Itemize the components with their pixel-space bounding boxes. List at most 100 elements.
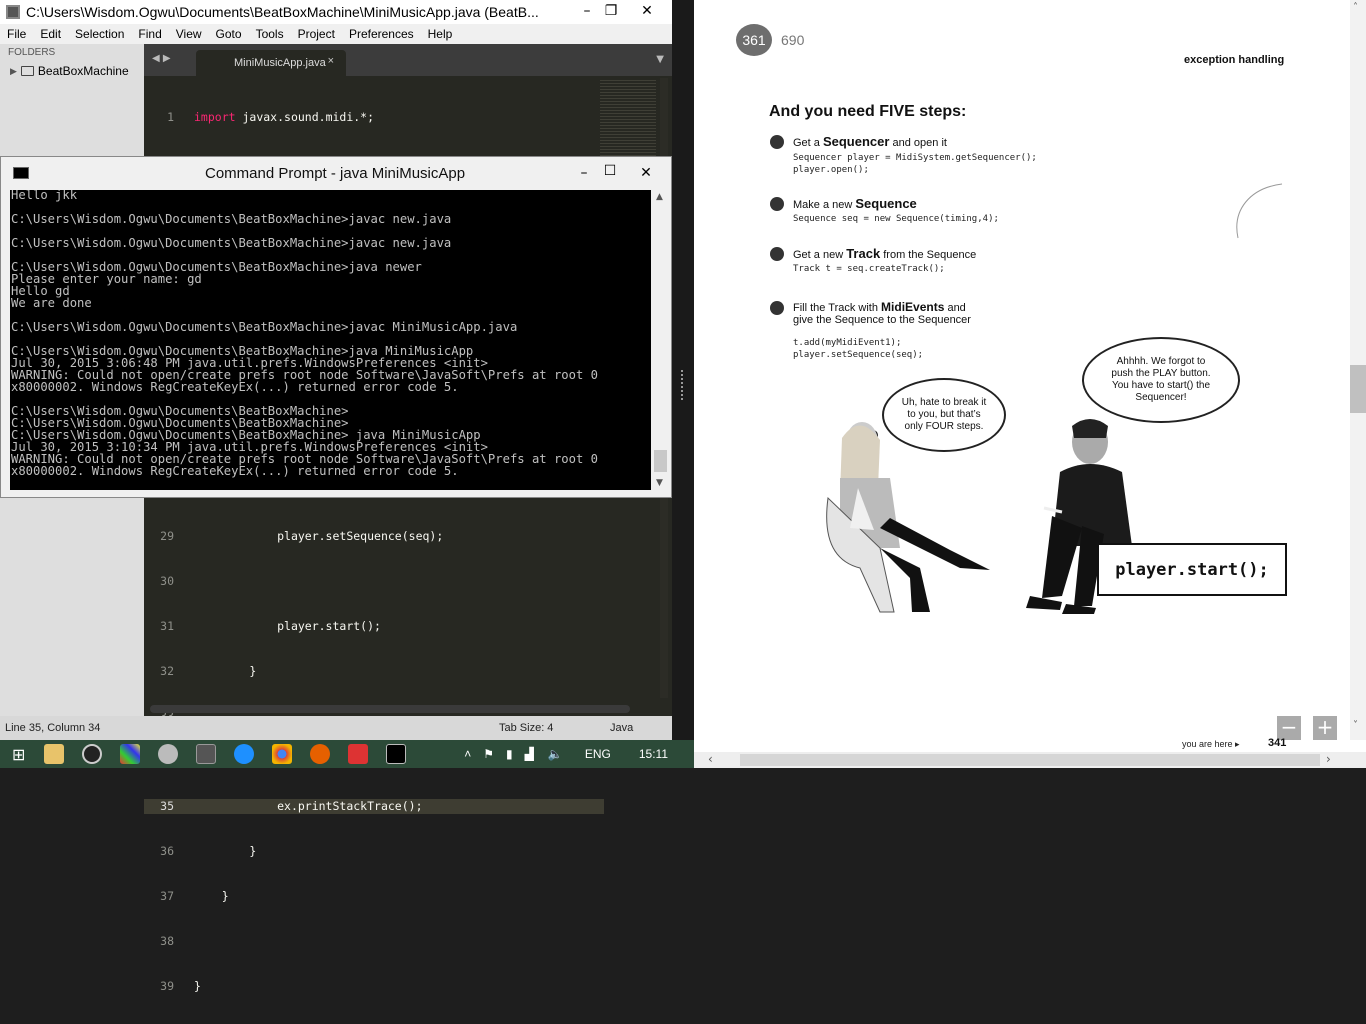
language-indicator[interactable]: ENG <box>585 747 611 761</box>
menu-view[interactable]: View <box>169 27 209 41</box>
console-line: x80000002. Windows RegCreateKeyEx(...) r… <box>11 380 459 394</box>
step-text: Get a <box>793 137 823 149</box>
console-line: Please enter your name: gd <box>11 272 202 286</box>
file-explorer-icon[interactable] <box>44 744 65 764</box>
folder-label: BeatBoxMachine <box>37 64 129 78</box>
scroll-up-icon[interactable]: ▲ <box>656 192 663 202</box>
editor-horizontal-scrollbar[interactable] <box>150 705 630 713</box>
drag-handle-icon[interactable] <box>681 370 685 400</box>
code-area-bottom[interactable]: 29 player.setSequence(seq); 30 31 player… <box>144 499 604 993</box>
expand-arrow-icon[interactable]: ▶ <box>10 66 17 77</box>
editor-title-bar[interactable]: C:\Users\Wisdom.Ogwu\Documents\BeatBoxMa… <box>0 0 672 24</box>
page-next-icon[interactable]: › <box>1326 752 1331 766</box>
menu-tools[interactable]: Tools <box>249 27 291 41</box>
step-code: t.add(myMidiEvent1); player.setSequence(… <box>793 338 924 360</box>
reader-scroll-thumb[interactable] <box>1350 365 1366 413</box>
cmd-title-bar[interactable]: Command Prompt - java MiniMusicApp – ☐ ✕ <box>1 157 671 189</box>
page-prev-icon[interactable]: ‹ <box>708 752 713 766</box>
cmd-taskbar-icon[interactable] <box>386 744 407 764</box>
menu-help[interactable]: Help <box>421 27 460 41</box>
zoom-in-button[interactable]: + <box>1313 716 1337 740</box>
menu-edit[interactable]: Edit <box>33 27 68 41</box>
reader-scroll-down-icon[interactable]: ˅ <box>1353 720 1358 731</box>
tab-close-icon[interactable]: × <box>328 55 334 67</box>
syntax-selector[interactable]: Java <box>610 722 633 734</box>
tab-minimusicapp[interactable]: MiniMusicApp.java × <box>196 50 346 76</box>
step-text: and <box>944 302 966 314</box>
scroll-down-icon[interactable]: ▼ <box>656 478 663 488</box>
menu-preferences[interactable]: Preferences <box>342 27 421 41</box>
page-heading: And you need FIVE steps: <box>769 103 967 120</box>
start-icon[interactable]: ⊞ <box>12 745 25 764</box>
console-line: C:\Users\Wisdom.Ogwu\Documents\BeatBoxMa… <box>11 212 452 226</box>
internet-explorer-icon[interactable] <box>234 744 255 764</box>
step-bullet-icon <box>770 135 784 149</box>
taskbar: ⊞ ˄ ⚑ ▮ ▟ 🔈 ENG 15:11 <box>0 740 694 768</box>
tab-nav-arrows-icon[interactable]: ◀ ▶ <box>152 53 171 64</box>
step-bullet-icon <box>770 197 784 211</box>
tab-size-selector[interactable]: Tab Size: 4 <box>499 722 553 734</box>
menu-find[interactable]: Find <box>131 27 168 41</box>
clock[interactable]: 15:11 <box>639 747 668 761</box>
console-line: Hello gd <box>11 284 70 298</box>
battery-icon[interactable]: ▮ <box>506 747 513 761</box>
console-output[interactable]: Hello jkk C:\Users\Wisdom.Ogwu\Documents\… <box>10 190 651 490</box>
step-bullet-icon <box>770 301 784 315</box>
step-text: from the Sequence <box>880 249 977 261</box>
step-text: Make a new <box>793 199 856 211</box>
step-1: Get a Sequencer and open it Sequencer pl… <box>770 134 1037 175</box>
tab-dropdown-icon[interactable]: ▼ <box>656 54 664 65</box>
menu-file[interactable]: File <box>0 27 33 41</box>
status-bar: Line 35, Column 34 Tab Size: 4 Java <box>0 716 672 740</box>
cmd-scroll-thumb[interactable] <box>654 450 667 472</box>
reader-scroll-up-icon[interactable]: ˄ <box>1353 2 1358 13</box>
chrome-icon[interactable] <box>272 744 293 764</box>
menu-project[interactable]: Project <box>291 27 342 41</box>
split-divider[interactable] <box>672 0 694 768</box>
hp-icon[interactable] <box>158 744 179 764</box>
step-4: Fill the Track with MidiEvents and give … <box>770 300 971 360</box>
console-line: C:\Users\Wisdom.Ogwu\Documents\BeatBoxMa… <box>11 236 452 250</box>
paint-icon[interactable] <box>120 744 141 764</box>
command-prompt-window: Command Prompt - java MiniMusicApp – ☐ ✕… <box>0 156 672 498</box>
step-code: Track t = seq.createTrack(); <box>793 264 945 274</box>
reader-hscroll-thumb[interactable] <box>740 754 1320 766</box>
close-icon[interactable]: ✕ <box>624 0 670 22</box>
reader-scrollbar[interactable]: ˄ ˅ <box>1350 0 1366 740</box>
network-icon[interactable]: ▟ <box>525 747 534 761</box>
footer-page-number: 341 <box>1268 737 1287 749</box>
folders-header: FOLDERS <box>8 47 56 58</box>
menu-goto[interactable]: Goto <box>209 27 249 41</box>
action-center-icon[interactable]: ⚑ <box>483 747 494 761</box>
decorative-arc <box>1236 183 1283 239</box>
step-bullet-icon <box>770 247 784 261</box>
menu-selection[interactable]: Selection <box>68 27 131 41</box>
sidebar-folder-beatboxmachine[interactable]: ▶ BeatBoxMachine <box>10 64 129 78</box>
step-text: Fill the Track with <box>793 302 882 314</box>
chapter-header: exception handling <box>1184 54 1285 66</box>
step-3: Get a new Track from the Sequence Track … <box>770 246 976 274</box>
console-text: Hello jkk C:\Users\Wisdom.Ogwu\Documents\… <box>10 190 651 477</box>
firefox-icon[interactable] <box>310 744 331 764</box>
cursor-position: Line 35, Column 34 <box>5 722 101 734</box>
sublime-app-icon <box>6 5 20 19</box>
console-line: C:\Users\Wisdom.Ogwu\Documents\BeatBoxMa… <box>11 320 518 334</box>
total-pages: 690 <box>781 32 805 48</box>
console-line: We are done <box>11 296 92 310</box>
media-icon[interactable] <box>82 744 103 764</box>
tray-expand-icon[interactable]: ˄ <box>464 747 471 761</box>
step-keyword: Track <box>846 246 881 261</box>
cmd-scrollbar[interactable]: ▲ ▼ <box>652 190 669 490</box>
sublime-taskbar-icon[interactable] <box>196 744 217 764</box>
cmd-window-title: Command Prompt - java MiniMusicApp <box>205 165 466 182</box>
java-icon[interactable] <box>348 744 369 764</box>
step-2: Make a new Sequence Sequence seq = new S… <box>770 196 999 224</box>
footer-you-are-here: you are here ▸ <box>1182 739 1240 749</box>
tab-label: MiniMusicApp.java <box>234 57 326 69</box>
folder-icon <box>20 66 34 76</box>
volume-icon[interactable]: 🔈 <box>548 747 563 761</box>
minimap[interactable] <box>600 78 656 158</box>
woman-in-chair-illustration <box>826 422 990 613</box>
cmd-close-icon[interactable]: ✕ <box>623 162 669 184</box>
reader-hscroll[interactable]: ‹ › <box>694 752 1366 768</box>
